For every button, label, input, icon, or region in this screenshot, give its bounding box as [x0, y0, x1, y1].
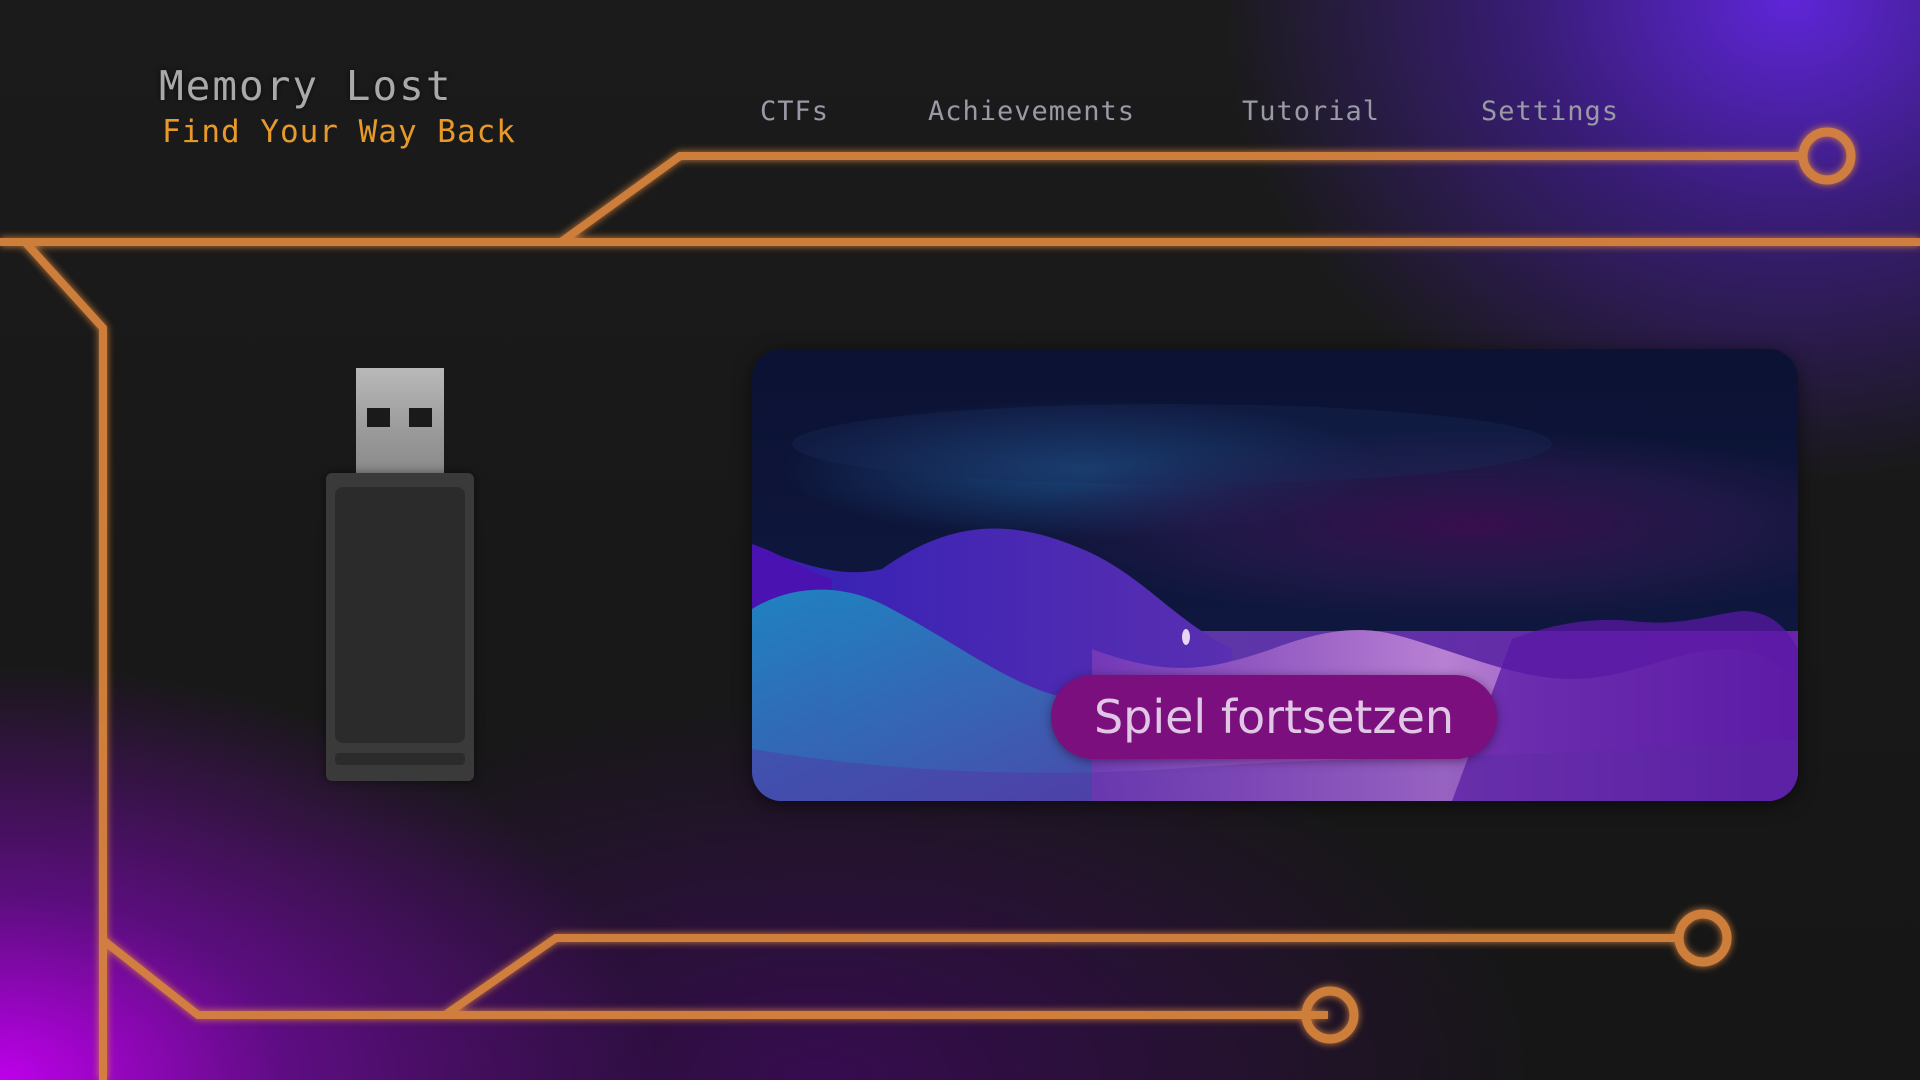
circuit-node-top [1798, 127, 1856, 185]
nav-item-settings[interactable]: Settings [1481, 96, 1619, 127]
usb-label-panel [335, 487, 465, 743]
main-menu-screen: Memory Lost Find Your Way Back CTFs Achi… [0, 0, 1920, 1080]
usb-lanyard-slot [335, 753, 465, 765]
usb-connector-hole [367, 408, 390, 427]
game-subtitle: Find Your Way Back [162, 114, 516, 150]
circuit-trace-lower [100, 936, 1328, 1019]
usb-connector [356, 368, 444, 474]
circuit-trace-bottom [442, 934, 1677, 1019]
circuit-node-lower [1674, 909, 1732, 967]
game-title: Memory Lost [159, 62, 453, 110]
continue-game-button[interactable]: Spiel fortsetzen [1051, 675, 1497, 759]
circuit-trace-left [22, 239, 107, 1080]
usb-body [326, 473, 474, 781]
usb-connector-hole [409, 408, 432, 427]
usb-stick-icon [326, 368, 474, 782]
title-block: Memory Lost Find Your Way Back [159, 62, 516, 150]
nav-item-tutorial[interactable]: Tutorial [1242, 96, 1380, 127]
circuit-trace-upper [558, 152, 1801, 246]
nav-item-ctfs[interactable]: CTFs [760, 96, 829, 127]
nav-item-achievements[interactable]: Achievements [928, 96, 1135, 127]
